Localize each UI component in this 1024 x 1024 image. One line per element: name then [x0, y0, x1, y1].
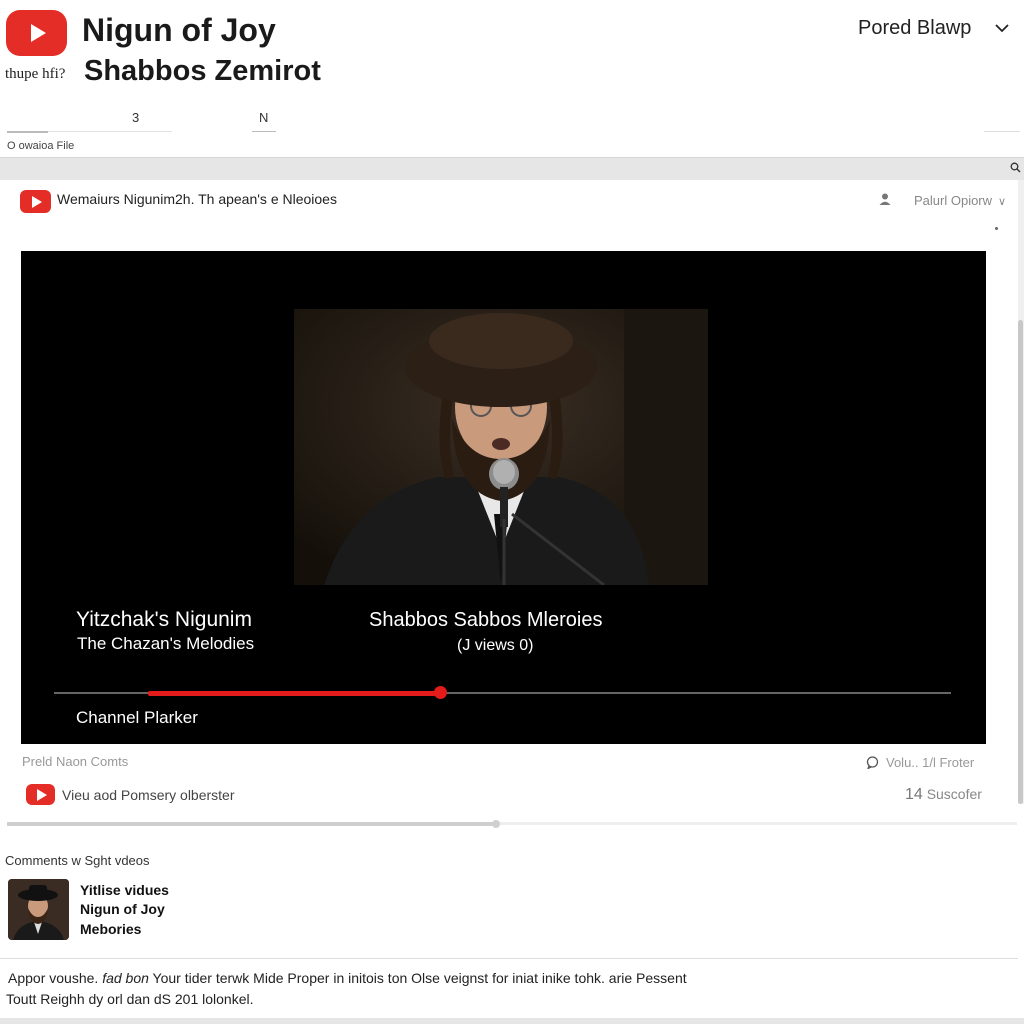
divider [0, 958, 1018, 959]
toolbar-band [0, 157, 1024, 180]
video-title: Nigun of Joy [82, 12, 276, 48]
player-options-dropdown[interactable]: Palurl Opiorw ∨ [914, 193, 1006, 208]
youtube-logo-icon[interactable] [6, 10, 67, 56]
chevron-down-icon[interactable] [994, 18, 1010, 39]
file-label: O owaioa File [7, 140, 75, 152]
description-rest: Your tider terwk Mide Proper in initois … [152, 970, 687, 986]
more-dot-icon[interactable] [995, 227, 998, 230]
video-player[interactable]: Yitzchak's Nigunim The Chazan's Melodies… [21, 251, 986, 744]
tab-2[interactable]: N [259, 110, 268, 125]
description-start: Appor voushe. [8, 970, 99, 986]
bottom-bar [0, 1018, 1024, 1024]
recommended-title[interactable]: Yitlise vidues [80, 882, 169, 898]
recommended-title[interactable]: Mebories [80, 921, 141, 937]
description-text-line2: Toutt Reighh dy orl dan dS 201 lolonkel. [6, 991, 254, 1007]
description-italic: fad bon [102, 970, 149, 986]
logo-caption: thupe hfi? [5, 66, 66, 82]
chevron-down-icon: ∨ [998, 196, 1007, 208]
video-frame[interactable] [294, 309, 708, 587]
subscriber-label: Suscofer [926, 786, 982, 802]
overlay-subtitle: The Chazan's Melodies [77, 634, 255, 653]
overlay-views: (J views 0) [457, 637, 534, 654]
video-header-text: Wemaiurs Nigunim2h. Th apean's e Nleoioe… [57, 191, 337, 207]
comments-heading: Comments w Sght vdeos [5, 853, 150, 868]
account-menu[interactable]: Pored Blawp [858, 17, 971, 40]
scrollbar-thumb[interactable] [1018, 320, 1023, 804]
subscriber-count: 14 Suscofer [905, 786, 982, 804]
description-text: Appor voushe. fad bon Your tider terwk M… [8, 970, 687, 986]
youtube-logo-icon[interactable] [26, 784, 55, 805]
video-subtitle: Shabbos Zemirot [84, 55, 321, 87]
progress-scrubber[interactable] [434, 686, 447, 699]
tab-underline [252, 131, 276, 132]
channel-name[interactable]: Vieu aod Pomsery olberster [62, 787, 235, 803]
tab-underline [48, 131, 172, 132]
recommended-title[interactable]: Nigun of Joy [80, 901, 165, 917]
progress-bar-fill [148, 691, 441, 696]
overlay-channel-label: Channel Plarker [76, 708, 198, 727]
tab-underline [984, 131, 1020, 132]
volume-label[interactable]: Volu.. 1/l Froter [886, 755, 974, 770]
subscriber-number: 14 [905, 786, 923, 803]
tab-1[interactable]: 3 [132, 110, 139, 125]
overlay-title: Yitzchak's Nigunim [76, 608, 252, 631]
page-slider-fill [7, 822, 497, 826]
tab-underline [7, 131, 48, 133]
below-player-label: Preld Naon Comts [22, 754, 129, 769]
youtube-logo-icon[interactable] [20, 190, 51, 213]
search-icon[interactable] [1010, 160, 1021, 173]
page-slider-handle[interactable] [492, 820, 500, 828]
player-options-label: Palurl Opiorw [914, 193, 993, 208]
user-icon[interactable] [878, 192, 892, 211]
overlay-center-title: Shabbos Sabbos Mleroies [369, 609, 603, 631]
recommended-video-thumbnail[interactable] [8, 879, 69, 940]
comment-icon[interactable] [866, 756, 879, 774]
